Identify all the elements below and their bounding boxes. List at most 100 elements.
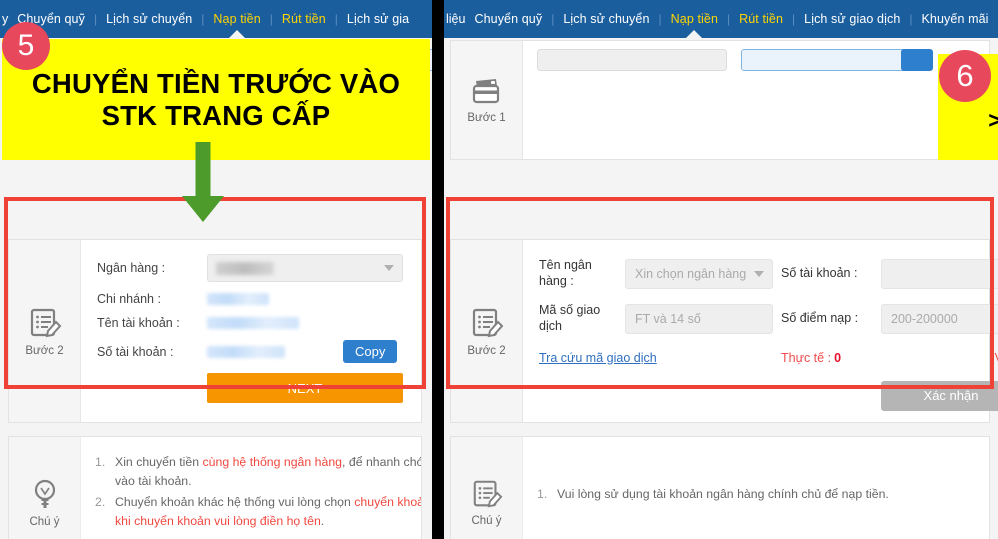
arrow-head (182, 196, 224, 222)
note-text: Xin chuyển tiền (115, 455, 203, 469)
right-step1-label: Bước 1 (467, 111, 506, 124)
screenshot-stage: Bước 2 Ngân hàng : Chi nhánh : Tên tài k… (0, 0, 998, 539)
nav-item-lịch-sử-giao-dịch[interactable]: Lịch sử giao dịch (795, 0, 909, 38)
right-bank-label: Tên ngân hàng : (539, 258, 592, 288)
left-note-label: Chú ý (29, 515, 60, 528)
left-account-number-row: Số tài khoản : Copy (97, 340, 405, 363)
right-banner-line-2: >>> LÀM TIẾP BƯỚC 2 NHẬN ĐIỂM (988, 107, 998, 133)
list-pencil-icon (28, 306, 62, 340)
nav-item-chuyển-quỹ[interactable]: Chuyển quỹ (465, 0, 551, 38)
note-item: Chuyển khoản khác hệ thống vui lòng chọn… (95, 493, 421, 531)
left-note-card: Chú ý Xin chuyển tiền cùng hệ thống ngân… (8, 436, 422, 539)
nav-item-khuyến-mãi[interactable]: Khuyến mãi (913, 0, 998, 38)
right-nav-fragment: liệu (446, 12, 466, 26)
bank-select[interactable] (207, 254, 403, 282)
branch-value-redacted (207, 293, 269, 305)
confirm-button[interactable]: Xác nhận (881, 380, 998, 411)
right-hidden-button (901, 49, 933, 71)
left-branch-row: Chi nhánh : (97, 292, 405, 306)
right-step-badge: 6 (939, 50, 991, 102)
note-text: Vui lòng sử dụng tài khoản ngân hàng chí… (557, 487, 889, 501)
note-item: Vui lòng sử dụng tài khoản ngân hàng chí… (537, 485, 979, 504)
chevron-down-icon (384, 265, 394, 271)
actual-amount-value: 0 (834, 350, 842, 365)
nav-item-lịch-sử-chuyển[interactable]: Lịch sử chuyển (97, 0, 201, 38)
deposit-points-input[interactable]: 200-200000 (881, 303, 998, 334)
left-branch-label: Chi nhánh : (97, 292, 161, 306)
lookup-transaction-link[interactable]: Tra cứu mã giao dịch (539, 351, 657, 365)
left-annotation-arrow (182, 142, 224, 224)
note-highlight-text: cùng hệ thống ngân hàng (202, 455, 343, 469)
bank-value-redacted (216, 261, 274, 275)
left-account-number-label: Số tài khoản : (97, 344, 174, 359)
left-step2-card: Bước 2 Ngân hàng : Chi nhánh : Tên tài k… (8, 239, 422, 423)
right-note-list: Vui lòng sử dụng tài khoản ngân hàng chí… (537, 485, 979, 504)
right-step2-label: Bước 2 (467, 344, 506, 357)
nav-item-rút-tiền[interactable]: Rút tiền (730, 0, 792, 38)
right-nav-items: Chuyển quỹ | Lịch sử chuyển | Nạp tiền | Rút t… (465, 0, 997, 38)
left-banner-line-1: CHUYỂN TIỀN TRƯỚC VÀO (31, 68, 401, 100)
right-screenshot-panel: Bước 1 Bước 2 Tên ngân hàng: Xin chọn n… (444, 0, 998, 539)
right-points-label: Số điểm nạp : (781, 311, 859, 326)
nav-item-lịch-sử-chuyển[interactable]: Lịch sử chuyển (554, 0, 658, 38)
right-step2-card: Bước 2 Tên ngân hàng : Xin chọn ngân hàn… (450, 239, 998, 423)
left-note-col: Chú ý (9, 437, 81, 539)
left-bank-row: Ngân hàng : (97, 254, 405, 282)
right-step2-body: Tên ngân hàng : Xin chọn ngân hàng Số tà… (523, 240, 998, 422)
left-step-badge: 5 (2, 22, 50, 70)
right-step1-col: Bước 1 (451, 41, 523, 159)
right-step1-card: Bước 1 (450, 40, 990, 160)
transaction-id-input[interactable]: FT và 14 số (625, 303, 773, 334)
bank-name-value: Xin chọn ngân hàng (635, 266, 747, 281)
right-step2-col: Bước 2 (451, 240, 523, 422)
left-account-name-label: Tên tài khoản : (97, 316, 180, 330)
panel-divider (432, 0, 444, 539)
right-hidden-select (537, 49, 727, 71)
left-account-name-row: Tên tài khoản : (97, 316, 405, 330)
currency-label: VNĐ (881, 351, 998, 365)
deposit-points-placeholder: 200-200000 (891, 311, 958, 326)
right-step1-body (523, 41, 989, 159)
actual-amount-row: Thực tế : 0 (781, 351, 873, 365)
right-lookup-cell: Tra cứu mã giao dịch (539, 349, 773, 367)
left-navbar: y Chuyển quỹ | Lịch sử chuyển | Nạp tiền | Rút… (0, 0, 432, 38)
right-txid-label: Mã số giao dịch (539, 303, 601, 333)
arrow-shaft (195, 142, 211, 198)
left-nav-fragment: y (2, 12, 9, 26)
right-note-label: Chú ý (471, 514, 502, 527)
account-name-value-redacted (207, 317, 299, 329)
copy-button[interactable]: Copy (343, 340, 398, 363)
right-note-col: Chú ý (451, 437, 523, 539)
list-pencil-icon (471, 478, 503, 510)
left-step2-col: Bước 2 (9, 240, 81, 422)
right-page-body: Bước 1 Bước 2 Tên ngân hàng: Xin chọn n… (444, 38, 998, 539)
left-nav-items: Chuyển quỹ | Lịch sử chuyển | Nạp tiền | Rút t… (8, 0, 418, 38)
nav-item-nạp-tiền[interactable]: Nạp tiền (204, 0, 269, 38)
right-confirm-cell: Xác nhận (881, 380, 998, 411)
nav-item-lịch-sử-gia[interactable]: Lịch sử gia (338, 0, 418, 38)
left-step2-body: Ngân hàng : Chi nhánh : Tên tài khoản : (81, 240, 421, 422)
left-screenshot-panel: Bước 2 Ngân hàng : Chi nhánh : Tên tài k… (0, 0, 432, 539)
right-form-grid: Tên ngân hàng : Xin chọn ngân hàng Số tà… (539, 258, 998, 411)
lightbulb-icon (30, 477, 60, 511)
next-button[interactable]: NEXT (207, 373, 403, 403)
credit-card-icon (470, 77, 504, 107)
nav-active-caret-icon (685, 30, 704, 38)
right-navbar: liệu Chuyển quỹ | Lịch sử chuyển | Nạp tiền |… (444, 0, 998, 38)
right-account-label: Số tài khoản : (781, 265, 858, 280)
nav-item-nạp-tiền[interactable]: Nạp tiền (662, 0, 727, 38)
left-banner-line-2: STK TRANG CẤP (101, 99, 331, 131)
note-text: Chuyển khoản khác hệ thống vui lòng chọn (115, 495, 355, 510)
right-note-card: Chú ý Vui lòng sử dụng tài khoản ngân hà… (450, 436, 990, 539)
list-pencil-icon (470, 306, 504, 340)
note-item: Xin chuyển tiền cùng hệ thống ngân hàng,… (95, 453, 421, 491)
account-number-input[interactable] (881, 258, 998, 289)
note-text: . (320, 514, 325, 529)
bank-name-select[interactable]: Xin chọn ngân hàng (625, 258, 773, 289)
left-bank-label: Ngân hàng : (97, 261, 166, 275)
nav-item-rút-tiền[interactable]: Rút tiền (273, 0, 335, 38)
left-step2-label: Bước 2 (25, 344, 64, 357)
left-note-list: Xin chuyển tiền cùng hệ thống ngân hàng,… (95, 453, 421, 531)
nav-active-caret-icon (228, 30, 247, 38)
left-next-row: NEXT (97, 373, 405, 403)
